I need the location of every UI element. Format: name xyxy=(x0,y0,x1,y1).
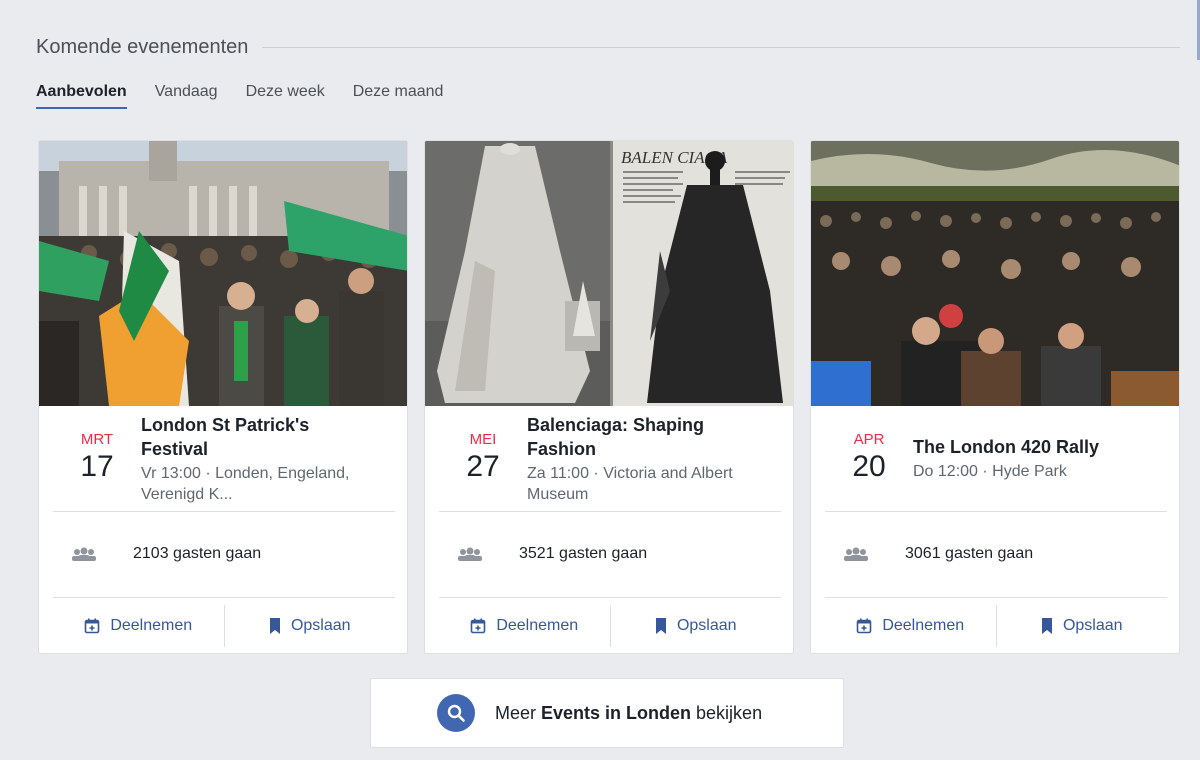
bookmark-icon xyxy=(269,618,281,634)
card-divider xyxy=(825,597,1167,598)
save-button[interactable]: Opslaan xyxy=(609,605,782,647)
calendar-plus-icon xyxy=(84,618,100,634)
event-date: MEI 27 xyxy=(439,431,527,485)
save-button[interactable]: Opslaan xyxy=(223,605,396,647)
event-card[interactable]: BALEN CIAGA MEI 27 Balenciaga: Shaping F… xyxy=(424,140,794,654)
tab-aanbevolen[interactable]: Aanbevolen xyxy=(36,82,127,109)
see-more-bold: Events in Londen xyxy=(541,702,692,723)
calendar-plus-icon xyxy=(856,618,872,634)
event-month: MEI xyxy=(469,431,497,448)
event-date: MRT 17 xyxy=(53,431,141,485)
bookmark-icon xyxy=(1041,618,1053,634)
event-month: MRT xyxy=(80,431,114,448)
bookmark-icon xyxy=(655,618,667,634)
event-title[interactable]: Balenciaga: Shaping Fashion xyxy=(527,413,767,461)
event-image[interactable] xyxy=(811,141,1179,406)
save-label: Opslaan xyxy=(290,617,351,634)
join-label: Deelnemen xyxy=(110,617,193,634)
event-title[interactable]: The London 420 Rally xyxy=(913,435,1153,459)
event-month: APR xyxy=(853,431,885,448)
tab-deze-week[interactable]: Deze week xyxy=(246,82,325,109)
see-more-prefix: Meer xyxy=(495,702,542,723)
guests-count: 3061 gasten gaan xyxy=(905,545,1034,562)
save-label: Opslaan xyxy=(676,617,737,634)
tab-bar: Aanbevolen Vandaag Deze week Deze maand xyxy=(36,82,471,109)
event-card[interactable]: MRT 17 London St Patrick's Festival Vr 1… xyxy=(38,140,408,654)
event-date: APR 20 xyxy=(825,431,913,485)
guests-count: 2103 gasten gaan xyxy=(133,545,262,562)
card-actions: Deelnemen Opslaan xyxy=(53,599,396,653)
event-meta: Do 12:00 · Hyde Park xyxy=(913,463,1067,480)
search-icon xyxy=(437,694,475,732)
tab-vandaag[interactable]: Vandaag xyxy=(155,82,218,109)
join-button[interactable]: Deelnemen xyxy=(53,605,224,647)
event-day: 20 xyxy=(852,450,886,483)
card-divider xyxy=(439,511,781,512)
tab-deze-maand[interactable]: Deze maand xyxy=(353,82,444,109)
card-actions: Deelnemen Opslaan xyxy=(825,599,1168,653)
see-more-label: Meer Events in Londen bekijken xyxy=(495,703,762,724)
card-divider xyxy=(825,511,1167,512)
guests-row: 3061 gasten gaan xyxy=(825,539,1167,569)
people-icon xyxy=(457,547,483,561)
guests-count: 3521 gasten gaan xyxy=(519,545,648,562)
event-image[interactable] xyxy=(39,141,407,406)
event-meta: Vr 13:00 · Londen, Engeland, Verenigd K.… xyxy=(141,465,350,503)
event-card[interactable]: APR 20 The London 420 Rally Do 12:00 · H… xyxy=(810,140,1180,654)
card-actions: Deelnemen Opslaan xyxy=(439,599,782,653)
calendar-plus-icon xyxy=(470,618,486,634)
event-image[interactable]: BALEN CIAGA xyxy=(425,141,793,406)
card-divider xyxy=(53,597,395,598)
join-label: Deelnemen xyxy=(496,617,579,634)
event-day: 27 xyxy=(466,450,500,483)
see-more-events-button[interactable]: Meer Events in Londen bekijken xyxy=(370,678,844,748)
card-divider xyxy=(53,511,395,512)
event-title[interactable]: London St Patrick's Festival xyxy=(141,413,381,461)
join-button[interactable]: Deelnemen xyxy=(825,605,996,647)
header-divider xyxy=(262,46,1180,48)
guests-row: 3521 gasten gaan xyxy=(439,539,781,569)
section-title: Komende evenementen xyxy=(36,35,249,58)
people-icon xyxy=(71,547,97,561)
save-button[interactable]: Opslaan xyxy=(995,605,1168,647)
section-header: Komende evenementen xyxy=(36,33,1180,61)
people-icon xyxy=(843,547,869,561)
join-button[interactable]: Deelnemen xyxy=(439,605,610,647)
event-day: 17 xyxy=(80,450,114,483)
event-meta: Za 11:00 · Victoria and Albert Museum xyxy=(527,465,733,503)
guests-row: 2103 gasten gaan xyxy=(53,539,395,569)
save-label: Opslaan xyxy=(1062,617,1123,634)
card-divider xyxy=(439,597,781,598)
see-more-suffix: bekijken xyxy=(691,702,763,723)
join-label: Deelnemen xyxy=(882,617,965,634)
